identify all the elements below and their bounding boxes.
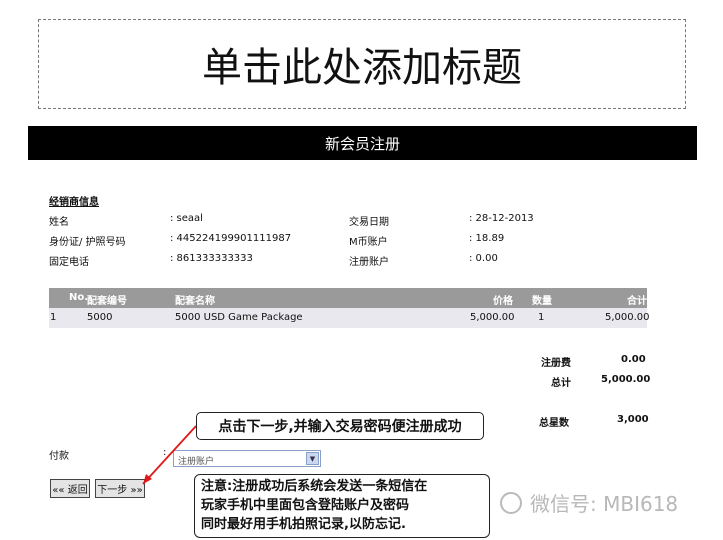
note-line-3: 同时最好用手机拍照记录,以防忘记. bbox=[201, 517, 406, 532]
note-line-2: 玩家手机中里面包含登陆账户及密码 bbox=[201, 498, 410, 513]
note-line-1: 注意:注册成功后系统会发送一条短信在 bbox=[201, 479, 428, 494]
watermark-text: 微信号: MBI618 bbox=[530, 492, 679, 516]
wechat-watermark: 微信号: MBI618 bbox=[500, 488, 678, 517]
next-step-callout: 点击下一步,并输入交易密码便注册成功 bbox=[196, 412, 484, 440]
callout-arrow bbox=[142, 425, 197, 485]
note-callout: 注意:注册成功后系统会发送一条短信在 玩家手机中里面包含登陆账户及密码 同时最好… bbox=[194, 474, 490, 538]
next-step-callout-text: 点击下一步,并输入交易密码便注册成功 bbox=[218, 419, 462, 435]
wechat-icon bbox=[500, 491, 522, 514]
